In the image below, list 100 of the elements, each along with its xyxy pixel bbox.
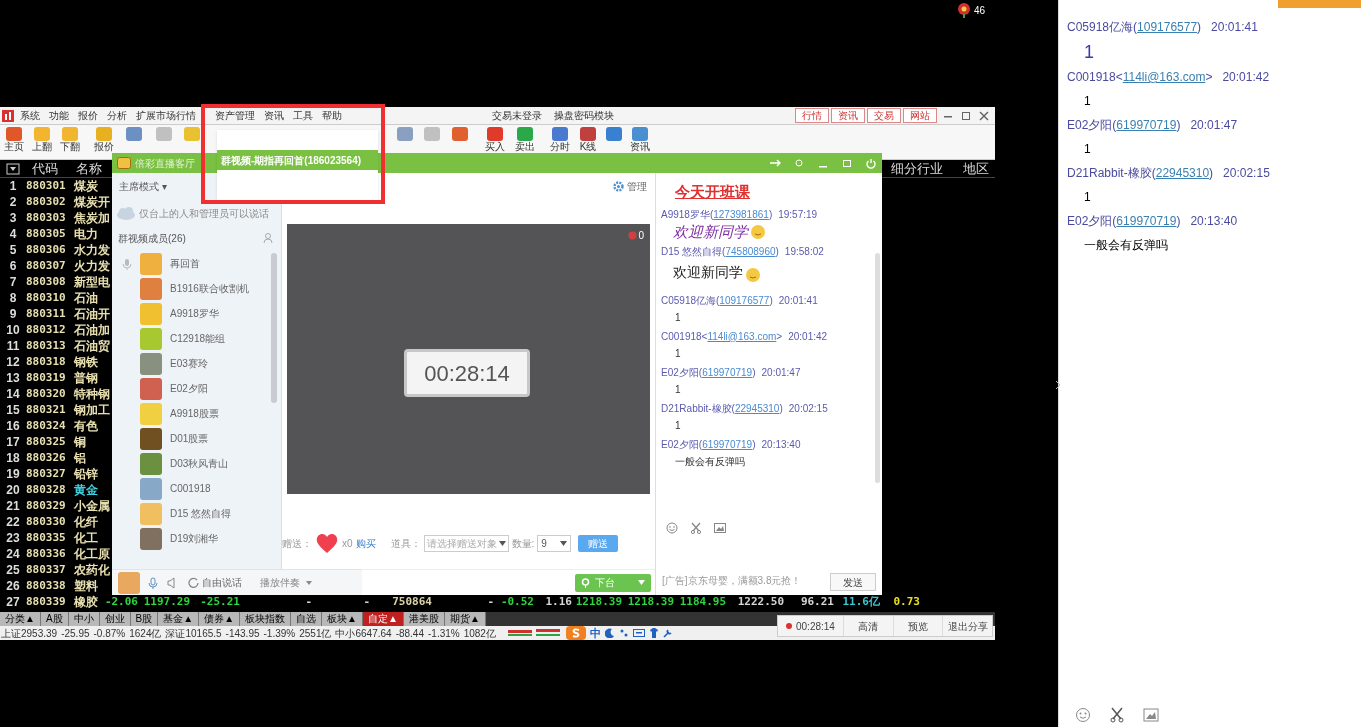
toolbar-button[interactable]: 分时 [547,127,573,152]
sender-link[interactable]: 114li@163.com [707,330,777,342]
maximize-icon[interactable] [959,109,973,122]
toolbar-button[interactable]: 上翻 [29,127,55,152]
bottom-tab[interactable]: 创业 [99,612,131,626]
toolbar-button[interactable]: 报价 [91,127,117,152]
mic-icon[interactable] [148,576,158,589]
member-row[interactable]: C12918能组 [140,326,281,351]
menu-item[interactable]: 系统 [20,108,40,123]
share-button[interactable]: 预览 [892,616,943,636]
column-header[interactable]: 地区 [963,158,989,179]
top-tab[interactable]: 交易 [867,108,901,123]
maximize-icon[interactable] [841,157,853,169]
buy-link[interactable]: 购买 [355,535,376,551]
menu-item[interactable]: 交易未登录 [492,108,542,123]
image-icon[interactable] [1143,707,1159,723]
ime-mode[interactable]: 中 [589,624,601,642]
member-row[interactable]: D03秋风青山 [140,451,281,476]
top-tab[interactable]: 网站 [903,108,937,123]
wrench-icon[interactable] [662,628,673,638]
sender-link[interactable]: 619970719 [1116,118,1177,132]
sender-link[interactable]: 619970719 [1116,214,1177,228]
toolbar-icon[interactable] [397,127,413,141]
punctuation-icon[interactable] [618,628,629,638]
sender-link[interactable]: 745808960 [725,245,776,257]
menu-item[interactable]: 功能 [49,108,69,123]
column-header[interactable]: 代码 [32,158,76,179]
toolbar-button[interactable]: 主页 [1,127,27,152]
share-button[interactable]: 高清 [842,616,893,636]
menu-item[interactable]: 报价 [78,108,98,123]
menu-item[interactable]: 资产管理 [215,108,255,123]
mode-dropdown[interactable]: 主席模式 ▾ [119,178,167,194]
bottom-tab[interactable]: 板块指数 [240,612,292,626]
toolbar-icon[interactable] [606,127,622,141]
scrollbar[interactable] [875,253,880,483]
sender-link[interactable]: 1273981861 [713,208,769,220]
toolbar-button[interactable]: 买入 [482,127,508,152]
bottom-tab[interactable]: 基金▲ [158,612,200,626]
menu-item[interactable]: 扩展市场行情 [136,108,196,123]
menu-item[interactable]: 分析 [107,108,127,123]
sender-link[interactable]: 22945310 [734,402,780,414]
bottom-tab[interactable]: 板块▲ [322,612,363,626]
member-row[interactable]: 再回首 [140,251,281,276]
bottom-tab[interactable]: 债券▲ [199,612,241,626]
toolbar-icon[interactable] [126,127,142,141]
menu-item[interactable]: 资讯 [264,108,284,123]
keyboard-icon[interactable] [632,628,645,638]
toolbar-button[interactable]: 下翻 [57,127,83,152]
member-row[interactable]: D01股票 [140,426,281,451]
bottom-tab[interactable]: 自选 [291,612,323,626]
column-header[interactable]: 细分行业 [891,158,943,179]
shirt-icon[interactable] [648,628,659,638]
member-row[interactable]: E02夕阳 [140,376,281,401]
send-button[interactable]: 发送 [830,573,876,591]
menu-item[interactable]: 操盘密码模块 [554,108,614,123]
manage-button[interactable]: 管理 [627,178,647,194]
bottom-tab[interactable]: 期货▲ [444,612,486,626]
toolbar-button[interactable]: K线 [575,127,601,152]
bottom-tab[interactable]: A股 [40,612,69,626]
members-icon[interactable] [263,232,275,244]
member-row[interactable]: E03赛玲 [140,351,281,376]
menu-item[interactable]: 工具 [293,108,313,123]
toolbar-icon[interactable] [452,127,468,141]
music-dropdown[interactable]: 播放伴奏 [260,575,312,590]
column-header[interactable]: 名称 [76,158,116,179]
bottom-tab[interactable]: 港美股 [403,612,445,626]
bottom-tab[interactable]: 中小 [68,612,100,626]
power-icon[interactable] [865,157,877,169]
member-row[interactable]: D19刘湘华 [140,526,281,551]
free-talk-button[interactable]: 自由说话 [188,575,242,590]
sender-link[interactable]: 109176577 [719,294,770,306]
dropdown-icon[interactable] [6,162,20,175]
menu-item[interactable]: 帮助 [322,108,342,123]
share-button[interactable]: 退出分享 [942,616,992,636]
speaker-icon[interactable] [166,576,176,589]
image-icon[interactable] [714,522,726,534]
bottom-tab[interactable]: 自定▲ [362,612,404,626]
member-row[interactable]: D15 悠然自得 [140,501,281,526]
member-row[interactable]: B1916联合收割机 [140,276,281,301]
moon-icon[interactable] [604,628,615,638]
bottom-tab[interactable]: 分类▲ [0,612,41,626]
toolbar-button[interactable]: 卖出 [512,127,538,152]
scissors-icon[interactable] [1109,707,1125,723]
member-row[interactable]: A9918股票 [140,401,281,426]
settings-icon[interactable] [613,180,624,192]
smiley-icon[interactable] [666,522,678,534]
sender-link[interactable]: 114li@163.com [1122,70,1206,84]
sender-link[interactable]: 109176577 [1137,20,1198,34]
top-tab[interactable]: 行情 [795,108,829,123]
bottom-tab[interactable]: B股 [130,612,159,626]
smiley-icon[interactable] [1075,707,1091,723]
scissors-icon[interactable] [690,522,702,534]
quantity-select[interactable]: 9 [537,534,572,552]
avatar-icon[interactable] [118,571,140,594]
scrollbar[interactable] [271,253,277,403]
member-row[interactable]: C001918 [140,476,281,501]
top-tab[interactable]: 资讯 [831,108,865,123]
close-icon[interactable] [977,109,991,122]
member-row[interactable]: A9918罗华 [140,301,281,326]
toolbar-button[interactable]: 资讯 [627,127,653,152]
